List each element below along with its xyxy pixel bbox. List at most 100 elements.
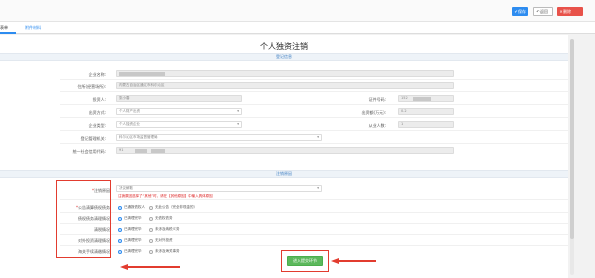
delete-label: 删除 bbox=[563, 9, 571, 14]
cancellation-reason-value: 决议解散 bbox=[119, 186, 133, 190]
save-label: 保存 bbox=[518, 9, 526, 14]
tax-option-2[interactable]: 未涉及纳税义务 bbox=[149, 227, 180, 232]
id-number-field[interactable]: 152 bbox=[398, 95, 454, 102]
annotation-highlight-box bbox=[56, 180, 111, 258]
chevron-down-icon: ▾ bbox=[237, 122, 239, 126]
debt-option-2[interactable]: 无债权债务 bbox=[149, 216, 173, 221]
registration-authority-select[interactable]: 科尔沁区市场监督管理局 ▾ bbox=[116, 134, 322, 141]
radio-unchecked-icon bbox=[149, 216, 153, 221]
submit-arrowhead-icon bbox=[331, 258, 339, 264]
liquidation-option-2[interactable]: 无此公告（完全非现金的） bbox=[149, 205, 197, 210]
option-label: 无此公告（完全非现金的） bbox=[155, 205, 197, 209]
investor-field[interactable]: 张小春 bbox=[116, 95, 242, 102]
option-label: 已清理完毕 bbox=[124, 227, 142, 231]
row-divider bbox=[60, 91, 568, 92]
radio-checked-icon bbox=[118, 238, 122, 243]
registration-authority-label: 登记管理机关: bbox=[80, 136, 106, 141]
liquidation-option-1[interactable]: 已通报债权人 bbox=[118, 205, 145, 210]
investor-value: 张小春 bbox=[119, 96, 130, 100]
debt-option-1[interactable]: 已清理完毕 bbox=[118, 216, 142, 221]
active-tab-indicator bbox=[0, 32, 16, 34]
contribution-method-select[interactable]: 个人财产出资 ▾ bbox=[116, 108, 242, 115]
option-label: 已通报债权人 bbox=[124, 205, 145, 209]
option-label: 无对外投资 bbox=[155, 238, 173, 242]
row-divider bbox=[60, 143, 568, 144]
save-button[interactable]: ✔保存 bbox=[512, 7, 528, 16]
option-label: 无债权债务 bbox=[155, 216, 173, 220]
radio-checked-icon bbox=[118, 249, 122, 254]
tab-form[interactable]: 表单 bbox=[0, 25, 8, 31]
row-divider bbox=[60, 223, 568, 224]
radio-checked-icon bbox=[118, 205, 122, 210]
row-divider bbox=[60, 117, 568, 118]
chevron-down-icon: ▾ bbox=[317, 186, 319, 190]
radio-unchecked-icon bbox=[149, 249, 153, 254]
enterprise-type-value: 个人独资企业 bbox=[119, 122, 140, 126]
customs-option-2[interactable]: 未涉及海关事务 bbox=[149, 249, 180, 254]
radio-unchecked-icon bbox=[149, 205, 153, 210]
redacted-block bbox=[151, 149, 165, 153]
annotation-arrow bbox=[128, 266, 180, 268]
contribution-method-value: 个人财产出资 bbox=[119, 109, 140, 113]
employees-label: 从业人数: bbox=[368, 123, 386, 128]
submit-button[interactable]: 进入提交环节 bbox=[287, 256, 323, 266]
address-label: 住所(经营场所): bbox=[77, 84, 106, 89]
row-divider bbox=[60, 245, 568, 246]
redacted-block bbox=[135, 149, 147, 153]
tax-option-1[interactable]: 已清理完毕 bbox=[118, 227, 142, 232]
contribution-amount-value: 0.2 bbox=[401, 109, 407, 113]
option-label: 已清理完毕 bbox=[124, 249, 142, 253]
top-toolbar: ✔保存 ↶返回 ✕删除 bbox=[0, 0, 595, 22]
credit-code-value: 91 bbox=[119, 148, 124, 152]
submit-annotation-arrow bbox=[338, 260, 376, 262]
contribution-amount-label: 出资额(万元): bbox=[361, 110, 386, 115]
delete-button[interactable]: ✕删除 bbox=[557, 7, 583, 16]
enterprise-type-select[interactable]: 个人独资企业 ▾ bbox=[116, 121, 242, 128]
row-divider bbox=[60, 212, 568, 213]
id-number-label: 证件号码: bbox=[368, 97, 386, 102]
investment-option-2[interactable]: 无对外投资 bbox=[149, 238, 173, 243]
credit-code-label: 统一社会信用代码: bbox=[72, 149, 106, 154]
cancellation-section-title: 注销原因 bbox=[276, 171, 292, 176]
radio-unchecked-icon bbox=[149, 238, 153, 243]
option-label: 未涉及纳税义务 bbox=[155, 227, 180, 231]
back-label: 返回 bbox=[540, 9, 548, 14]
scrollbar[interactable] bbox=[568, 35, 595, 278]
tab-strip: 表单 附件材料 bbox=[0, 22, 595, 34]
page-title: 个人独资注销 bbox=[260, 42, 308, 51]
address-field[interactable]: 内蒙古自治区通辽市科尔沁区 bbox=[116, 82, 454, 89]
customs-option-1[interactable]: 已清理完毕 bbox=[118, 249, 142, 254]
investment-option-1[interactable]: 已清理完毕 bbox=[118, 238, 142, 243]
annotation-arrowhead-icon bbox=[120, 264, 128, 270]
enterprise-name-field[interactable] bbox=[116, 70, 454, 77]
row-divider bbox=[60, 199, 568, 200]
employees-field[interactable]: 1 bbox=[398, 121, 454, 128]
option-label: 已清理完毕 bbox=[124, 216, 142, 220]
id-number-value: 152 bbox=[401, 96, 408, 100]
registration-authority-value: 科尔沁区市场监督管理局 bbox=[119, 135, 158, 139]
row-divider bbox=[60, 130, 568, 131]
credit-code-field[interactable]: 91 bbox=[116, 147, 454, 154]
investor-label: 投资人: bbox=[92, 97, 106, 102]
scrollbar-thumb[interactable] bbox=[570, 39, 574, 239]
radio-checked-icon bbox=[118, 216, 122, 221]
registration-section-title: 登记信息 bbox=[276, 54, 292, 59]
redacted-block bbox=[413, 97, 431, 101]
cancellation-reason-select[interactable]: 决议解散 ▾ bbox=[116, 185, 322, 192]
address-value: 内蒙古自治区通辽市科尔沁区 bbox=[119, 83, 165, 87]
tab-attachments[interactable]: 附件材料 bbox=[25, 25, 41, 31]
option-label: 已清理完毕 bbox=[124, 238, 142, 242]
row-divider bbox=[60, 79, 568, 80]
chevron-down-icon: ▾ bbox=[237, 109, 239, 113]
contribution-method-label: 出资方式: bbox=[88, 110, 106, 115]
option-label: 未涉及海关事务 bbox=[155, 249, 180, 253]
employees-value: 1 bbox=[401, 122, 404, 126]
back-button[interactable]: ↶返回 bbox=[533, 7, 553, 16]
chevron-down-icon: ▾ bbox=[317, 135, 319, 139]
contribution-amount-field[interactable]: 0.2 bbox=[398, 108, 454, 115]
radio-unchecked-icon bbox=[149, 227, 153, 232]
row-divider bbox=[60, 234, 568, 235]
row-divider bbox=[60, 104, 568, 105]
redacted-block bbox=[119, 72, 165, 76]
enterprise-name-label: 企业名称: bbox=[88, 72, 106, 77]
